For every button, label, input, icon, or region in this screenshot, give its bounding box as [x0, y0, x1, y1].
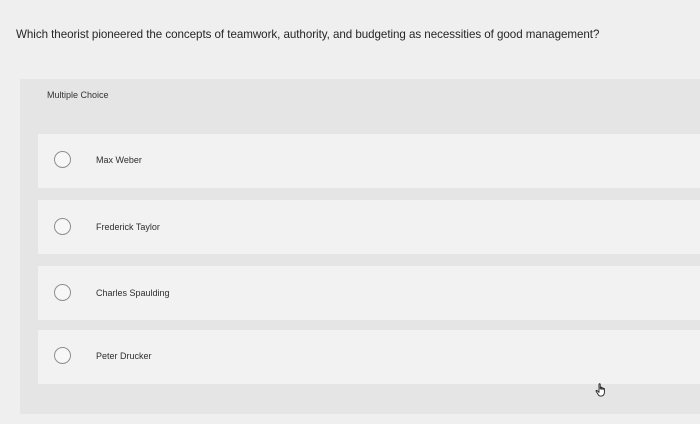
answer-option-label: Max Weber: [96, 155, 142, 165]
radio-unselected-icon[interactable]: [54, 284, 71, 301]
answer-option-label: Frederick Taylor: [96, 222, 160, 232]
answer-option-frederick-taylor[interactable]: Frederick Taylor: [38, 200, 700, 254]
answer-option-label: Charles Spaulding: [96, 288, 170, 298]
hand-pointer-icon: [595, 383, 605, 397]
answer-option-charles-spaulding[interactable]: Charles Spaulding: [38, 266, 700, 320]
radio-unselected-icon[interactable]: [54, 151, 71, 168]
answer-option-label: Peter Drucker: [96, 351, 152, 361]
question-type-label: Multiple Choice: [47, 90, 109, 100]
radio-unselected-icon[interactable]: [54, 347, 71, 364]
answer-option-peter-drucker[interactable]: Peter Drucker: [38, 330, 700, 384]
question-text: Which theorist pioneered the concepts of…: [16, 28, 600, 41]
answer-option-max-weber[interactable]: Max Weber: [38, 134, 700, 188]
radio-unselected-icon[interactable]: [54, 218, 71, 235]
